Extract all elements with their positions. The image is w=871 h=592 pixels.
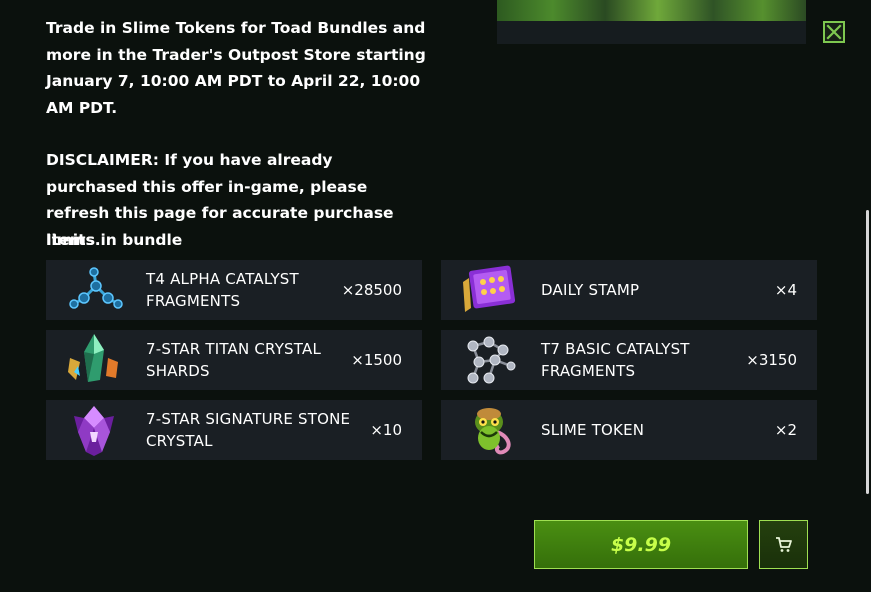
daily-stamp-icon [463,265,516,312]
item-quantity: ×4 [774,281,797,299]
basic-catalyst-icon [467,336,516,384]
titan-crystal-icon [68,334,118,382]
item-name: 7-STAR SIGNATURE STONE CRYSTAL [146,410,351,450]
close-button[interactable] [823,21,845,43]
item-quantity: ×2 [774,421,797,439]
item-quantity: ×3150 [746,351,797,369]
bundle-banner-image [497,0,806,44]
scrollbar-thumb[interactable] [866,210,869,494]
bundle-item: T4 ALPHA CATALYST FRAGMENTS ×28500 [46,260,422,320]
bundle-item: DAILY STAMP ×4 [441,260,817,320]
item-name: SLIME TOKEN [541,421,645,439]
offer-page: Trade in Slime Tokens for Toad Bundles a… [0,0,871,592]
close-icon [826,24,842,40]
signature-stone-icon [74,406,114,456]
offer-description: Trade in Slime Tokens for Toad Bundles a… [46,15,426,253]
slime-token-icon [475,408,511,455]
cart-icon [775,536,792,552]
alpha-catalyst-icon [69,267,123,309]
item-quantity: ×10 [370,421,402,439]
banner-art [497,0,806,21]
item-name: T4 ALPHA CATALYST FRAGMENTS [146,270,299,310]
bundle-item: 7-STAR TITAN CRYSTAL SHARDS ×1500 [46,330,422,390]
bundle-item: 7-STAR SIGNATURE STONE CRYSTAL ×10 [46,400,422,460]
buy-price-button[interactable]: $9.99 [534,520,748,569]
item-name: DAILY STAMP [541,281,640,299]
add-to-cart-button[interactable] [759,520,808,569]
item-name: T7 BASIC CATALYST FRAGMENTS [541,340,690,380]
item-quantity: ×1500 [351,351,402,369]
item-quantity: ×28500 [341,281,402,299]
price-label: $9.99 [610,533,672,556]
bundle-item: T7 BASIC CATALYST FRAGMENTS ×3150 [441,330,817,390]
items-in-bundle-heading: Items in bundle [46,231,183,249]
bundle-item: SLIME TOKEN ×2 [441,400,817,460]
item-name: 7-STAR TITAN CRYSTAL SHARDS [146,340,321,380]
offer-description-text: Trade in Slime Tokens for Toad Bundles a… [46,19,426,117]
